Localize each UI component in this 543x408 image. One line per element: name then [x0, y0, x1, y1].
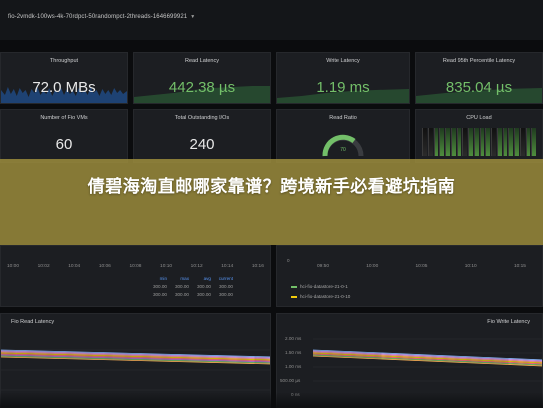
panel-title: Throughput — [49, 58, 79, 64]
headline-banner: 倩碧海淘直邮哪家靠谱？跨境新手必看避坑指南 — [0, 159, 543, 245]
fio-vms-value: 60 — [55, 136, 73, 153]
headline-text: 倩碧海淘直邮哪家靠谱？跨境新手必看避坑指南 — [87, 177, 456, 197]
bottom-fade — [0, 392, 543, 408]
panel-title: Number of Fio VMs — [40, 115, 88, 121]
read-95th-panel[interactable]: Read 95th Percentile Latency 835.04 µs — [415, 52, 543, 104]
read-ratio-value: 70 — [340, 147, 346, 153]
panel-title: Write Latency — [326, 58, 360, 64]
dashboard-picker[interactable]: fio-2vmdk-100ws-4k-70rdpct-50randompct-2… — [8, 14, 195, 20]
cpu-load-panel[interactable]: CPU Load — [415, 109, 543, 163]
y-tick-label: 500.00 µs — [280, 378, 301, 383]
write-latency-value: 1.19 ms — [316, 79, 370, 96]
write-latency-panel[interactable]: Write Latency 1.19 ms — [276, 52, 410, 104]
throughput-panel[interactable]: Throughput 72.0 MBs — [0, 52, 128, 104]
y-tick-label: 1.50 ms — [285, 350, 302, 355]
outstanding-ios-value: 240 — [189, 136, 215, 153]
right-graph-panel[interactable]: 0 09:50 10:00 10:05 10:10 10:15 hci-fio-data… — [276, 245, 543, 307]
right-time-axis: 09:50 10:00 10:05 10:10 10:15 — [317, 264, 526, 269]
read-latency-value: 442.38 µs — [168, 79, 236, 96]
read-ratio-gauge: 70 — [320, 128, 366, 160]
throughput-value: 72.0 MBs — [32, 79, 96, 96]
chevron-down-icon[interactable]: ▼ — [190, 14, 195, 20]
read-ratio-panel[interactable]: Read Ratio 70 — [276, 109, 410, 163]
y-tick-label: 1.00 ms — [285, 364, 302, 369]
outstanding-ios-panel[interactable]: Total Outstanding I/Os 240 — [133, 109, 271, 163]
y-tick-label: 2.00 ms — [285, 336, 302, 341]
legend-item[interactable]: hci-fio-datastore-21-0-10 — [291, 294, 350, 299]
read-95th-value: 835.04 µs — [445, 79, 513, 96]
fio-vms-panel[interactable]: Number of Fio VMs 60 — [0, 109, 128, 163]
axis-zero-label: 0 — [287, 258, 290, 263]
read-latency-panel[interactable]: Read Latency 442.38 µs — [133, 52, 271, 104]
panel-title: Fio Read Latency — [11, 319, 55, 325]
cpu-load-bars — [422, 128, 536, 156]
dashboard-header: fio-2vmdk-100ws-4k-70rdpct-50randompct-2… — [0, 0, 543, 40]
panel-title: CPU Load — [466, 115, 492, 121]
left-time-axis: 10:00 10:02 10:04 10:06 10:08 10:10 10:12 10:14… — [7, 264, 264, 269]
panel-title: Read 95th Percentile Latency — [442, 58, 516, 64]
legend-item[interactable]: hci-fio-datastore-21-0-1 — [291, 284, 348, 289]
panel-title: Read Ratio — [329, 115, 357, 121]
panel-title: Read Latency — [185, 58, 219, 64]
left-graph-legend-table: min max avg current 300.00 300.00 300.00 300.0… — [152, 276, 233, 297]
panel-title: Total Outstanding I/Os — [174, 115, 230, 121]
left-graph-panel[interactable]: 10:00 10:02 10:04 10:06 10:08 10:10 10:12 10:14… — [0, 245, 271, 307]
panel-title: Fio Write Latency — [487, 319, 530, 325]
dashboard-title: fio-2vmdk-100ws-4k-70rdpct-50randompct-2… — [8, 14, 188, 20]
